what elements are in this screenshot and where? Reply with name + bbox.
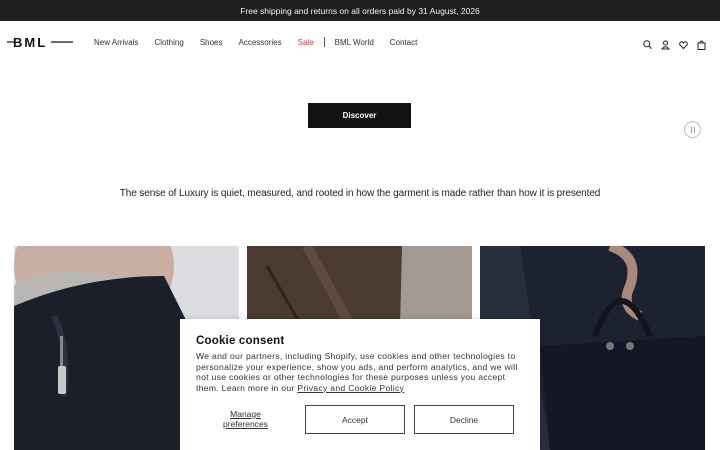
- nav-shoes[interactable]: Shoes: [200, 38, 223, 47]
- search-icon[interactable]: [643, 37, 652, 50]
- announcement-text: Free shipping and returns on all orders …: [240, 5, 480, 16]
- nav-sale[interactable]: Sale: [298, 38, 314, 47]
- brand-tagline: The sense of Luxury is quiet, measured, …: [119, 188, 601, 199]
- nav-divider: [323, 37, 325, 47]
- discover-button[interactable]: Discover: [308, 103, 411, 128]
- main-nav: New Arrivals Clothing Shoes Accessories …: [94, 37, 433, 47]
- cookie-consent-dialog: Cookie consent We and our partners, incl…: [180, 319, 540, 450]
- privacy-policy-link[interactable]: Privacy and Cookie Policy: [297, 383, 404, 393]
- account-icon[interactable]: [660, 37, 671, 50]
- cookie-body: We and our partners, including Shopify, …: [196, 351, 524, 393]
- svg-text:BML: BML: [13, 36, 47, 48]
- wishlist-icon[interactable]: [679, 37, 688, 50]
- slideshow-pause-button[interactable]: [684, 121, 701, 138]
- nav-contact[interactable]: Contact: [390, 38, 418, 47]
- cookie-title: Cookie consent: [196, 335, 285, 347]
- nav-bml-world[interactable]: BML World: [335, 38, 374, 47]
- announcement-bar: Free shipping and returns on all orders …: [0, 0, 720, 21]
- site-header: BML New Arrivals Clothing Shoes Accessor…: [0, 21, 720, 65]
- brand-logo[interactable]: BML: [7, 36, 73, 48]
- accept-button[interactable]: Accept: [305, 405, 405, 434]
- manage-preferences-link[interactable]: Manage preferences: [210, 409, 281, 429]
- nav-clothing[interactable]: Clothing: [154, 38, 183, 47]
- decline-button[interactable]: Decline: [414, 405, 514, 434]
- nav-new-arrivals[interactable]: New Arrivals: [94, 38, 138, 47]
- bag-icon[interactable]: [697, 37, 706, 50]
- nav-accessories[interactable]: Accessories: [239, 38, 282, 47]
- header-icons: [643, 37, 706, 50]
- pause-icon: [690, 126, 692, 133]
